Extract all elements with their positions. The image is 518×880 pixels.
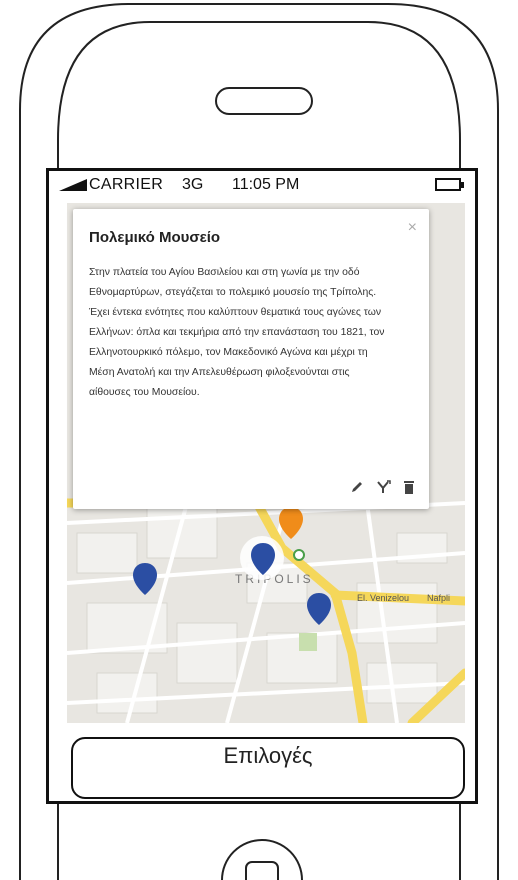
street-label-2: Nafpli [427, 593, 450, 603]
speaker-slot [215, 87, 313, 115]
signal-icon [59, 179, 87, 191]
close-icon[interactable]: × [408, 219, 417, 237]
carrier-label: CARRIER [89, 176, 164, 193]
trash-icon[interactable] [401, 479, 417, 495]
network-label: 3G [182, 176, 204, 193]
status-bar: CARRIER 3G 11:05 PM [49, 171, 475, 199]
pencil-icon[interactable] [349, 479, 365, 495]
street-label-1: Εl. Venizelou [357, 593, 409, 603]
home-button [221, 839, 303, 880]
options-button-label: Επιλογές [223, 743, 313, 768]
time-label: 11:05 PM [232, 176, 300, 193]
popup-actions [349, 479, 417, 495]
popup-title: Πολεμικό Μουσείο [89, 229, 221, 246]
poi-icon [293, 549, 305, 561]
options-button[interactable]: Επιλογές [71, 737, 465, 799]
directions-icon[interactable] [375, 479, 391, 495]
popup-description: Στην πλατεία του Αγίου Βασιλείου και στη… [89, 267, 385, 398]
phone-screen: CARRIER 3G 11:05 PM TRIPOLIS Εl. Venizel… [46, 168, 478, 804]
battery-icon [435, 178, 464, 191]
info-popup: Πολεμικό Μουσείο × Στην πλατεία του Αγίο… [73, 209, 429, 509]
